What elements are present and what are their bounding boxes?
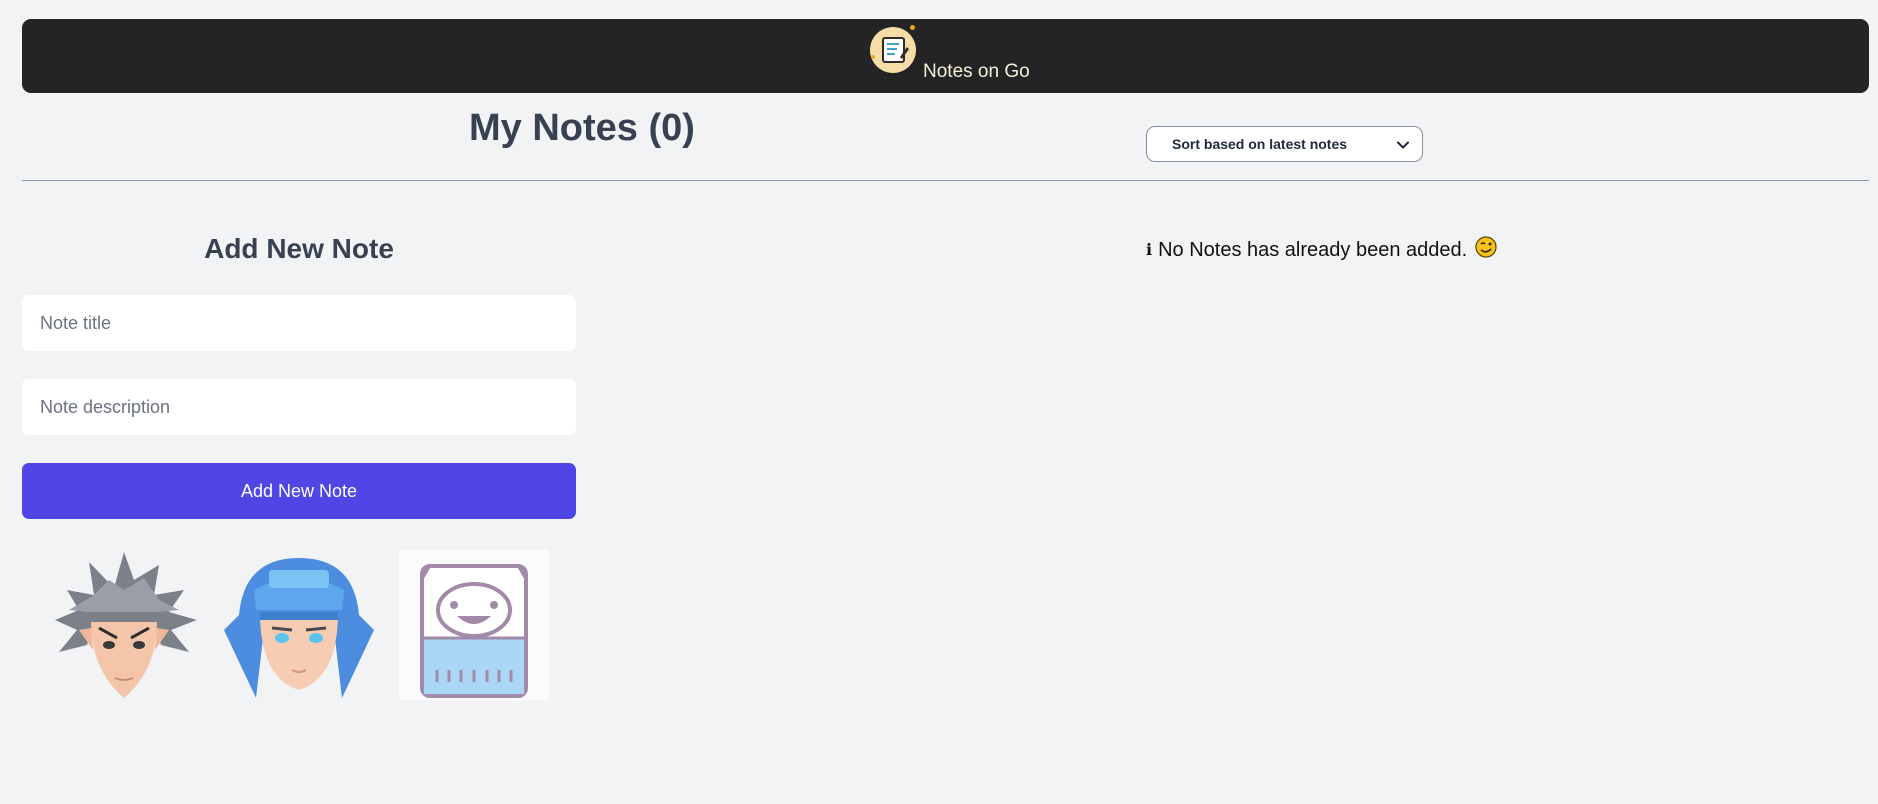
brand-name[interactable]: Notes on Go — [923, 61, 1030, 83]
logo-sparkle — [910, 25, 915, 30]
chevron-down-icon — [1397, 141, 1409, 149]
info-icon: ℹ — [1146, 242, 1153, 259]
wink-face-icon — [1475, 236, 1497, 264]
add-note-button[interactable]: Add New Note — [22, 463, 576, 519]
notepad-character-avatar-icon[interactable] — [399, 550, 549, 700]
notepad-logo-icon[interactable] — [870, 27, 916, 73]
empty-state-text: No Notes has already been added. — [1158, 238, 1468, 261]
sort-select-value: Sort based on latest notes — [1172, 136, 1348, 152]
header-divider — [22, 180, 1869, 181]
form-heading: Add New Note — [204, 233, 394, 264]
note-description-input[interactable] — [22, 379, 576, 435]
note-title-input[interactable] — [22, 295, 576, 351]
logo-sparkle — [871, 55, 875, 59]
spiky-hair-avatar-icon[interactable] — [49, 550, 199, 700]
page-title: My Notes (0) — [469, 107, 695, 149]
empty-state-message: ℹ No Notes has already been added. — [1146, 236, 1497, 264]
sort-select[interactable]: Sort based on latest notes — [1146, 126, 1423, 162]
blue-hair-avatar-icon[interactable] — [224, 550, 374, 700]
